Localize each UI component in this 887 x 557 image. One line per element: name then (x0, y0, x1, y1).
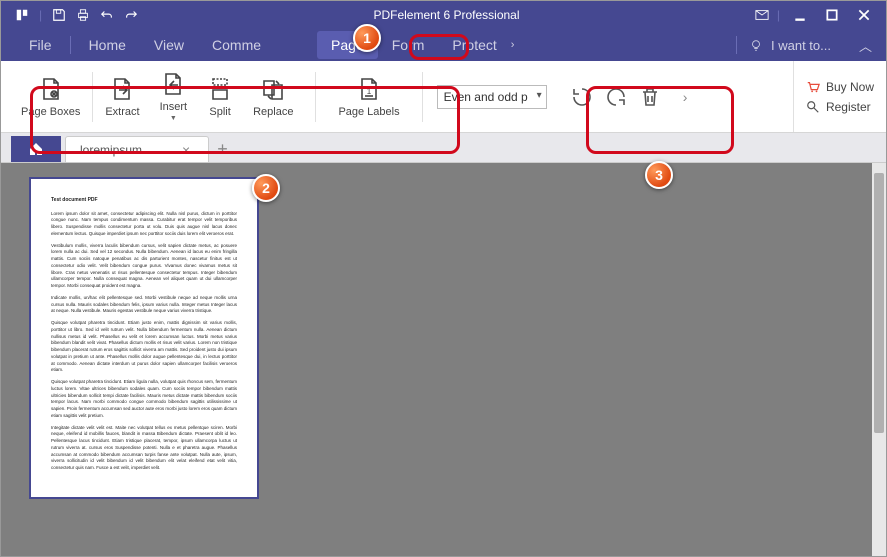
extract-button[interactable]: Extract (95, 72, 149, 122)
callout-badge-1: 1 (353, 24, 381, 52)
home-icon (28, 141, 44, 157)
key-icon (806, 100, 820, 114)
tab-title: loremipsum (80, 143, 142, 157)
maximize-button[interactable] (820, 5, 844, 25)
tab-close-button[interactable]: × (182, 142, 190, 158)
menu-form[interactable]: Form (378, 31, 439, 59)
minimize-button[interactable] (788, 5, 812, 25)
new-tab-button[interactable]: + (217, 136, 228, 162)
side-actions-panel: Buy Now Register (793, 61, 886, 132)
cart-icon (806, 80, 820, 94)
ribbon-group-rotate-delete (555, 74, 677, 120)
svg-text:1: 1 (367, 87, 372, 96)
replace-button[interactable]: Replace (243, 72, 303, 122)
rotate-cw-button[interactable] (599, 80, 633, 114)
home-tab-button[interactable] (11, 136, 61, 162)
menu-protect[interactable]: Protect (438, 31, 510, 59)
window-title: PDFelement 6 Professional (138, 8, 755, 22)
menu-comment[interactable]: Comme (198, 31, 275, 59)
bulb-icon (749, 38, 763, 52)
undo-icon[interactable] (100, 8, 114, 22)
tab-bar: loremipsum × + (1, 133, 886, 163)
page-labels-button[interactable]: 1 Page Labels (328, 72, 409, 122)
callout-badge-3: 3 (645, 161, 673, 189)
ribbon-more-icon[interactable]: › (677, 89, 694, 105)
menu-home[interactable]: Home (75, 31, 140, 59)
page-boxes-button[interactable]: Page Boxes (11, 72, 90, 122)
email-icon[interactable] (755, 8, 769, 22)
menu-view[interactable]: View (140, 31, 198, 59)
ribbon-group-labels: 1 Page Labels (318, 66, 419, 128)
print-icon[interactable] (76, 8, 90, 22)
insert-button[interactable]: Insert ▼ (150, 67, 198, 126)
callout-badge-2: 2 (252, 174, 280, 202)
menu-hidden[interactable] (275, 39, 317, 51)
register-button[interactable]: Register (806, 100, 874, 114)
ribbon: Page Boxes Extract Insert ▼ Split Replac… (1, 61, 886, 133)
split-button[interactable]: Split (197, 72, 243, 122)
page-range-dropdown[interactable]: Even and odd p (437, 85, 547, 109)
close-button[interactable] (852, 5, 876, 25)
rotate-ccw-button[interactable] (565, 80, 599, 114)
i-want-to-button[interactable]: I want to... (771, 38, 831, 53)
dropdown-caret-icon: ▼ (170, 115, 177, 122)
document-tab[interactable]: loremipsum × (65, 136, 209, 162)
menu-bar: File Home View Comme Page Form Protect ›… (1, 29, 886, 61)
page-thumbnail[interactable]: Test document PDF Lorem ipsum dolor sit … (29, 177, 259, 499)
collapse-ribbon-icon[interactable]: ︿ (859, 36, 872, 55)
ribbon-group-page-tools: Page Boxes Extract Insert ▼ Split Replac… (1, 61, 313, 132)
scrollbar-thumb[interactable] (874, 173, 884, 433)
title-bar: | PDFelement 6 Professional | (1, 1, 886, 29)
redo-icon[interactable] (124, 8, 138, 22)
app-logo-icon (15, 8, 29, 22)
vertical-scrollbar[interactable] (872, 163, 886, 556)
menu-file[interactable]: File (15, 31, 66, 59)
buy-now-button[interactable]: Buy Now (806, 80, 874, 94)
document-area: Test document PDF Lorem ipsum dolor sit … (1, 163, 886, 556)
menu-more-icon[interactable]: › (511, 39, 515, 51)
delete-page-button[interactable] (633, 80, 667, 114)
save-icon[interactable] (52, 8, 66, 22)
